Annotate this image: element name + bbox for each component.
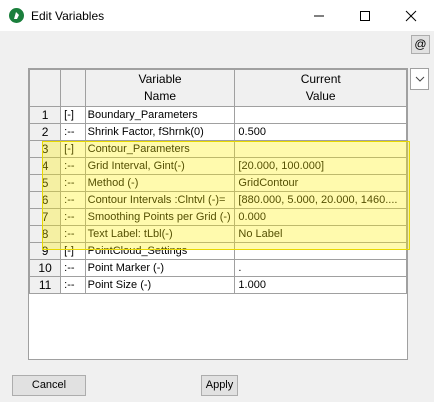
row-toggle[interactable]: :-- [60, 123, 86, 141]
table-row[interactable]: 10:-- Point Marker (-). [29, 259, 407, 277]
row-variable-name[interactable]: Contour Intervals :Clntvl (-)= [84, 191, 236, 209]
row-current-value[interactable] [234, 242, 407, 260]
row-variable-name[interactable]: Shrink Factor, fShrnk(0) [84, 123, 236, 141]
row-current-value[interactable]: [880.000, 5.000, 20.000, 1460.... [234, 191, 407, 209]
table-row[interactable]: 4:-- Grid Interval, Gint(-) [20.000, 100.0… [29, 157, 407, 175]
row-variable-name[interactable]: Boundary_Parameters [84, 106, 236, 124]
at-button[interactable]: @ [411, 35, 430, 54]
table-row[interactable]: 5:-- Method (-) GridContour [29, 174, 407, 192]
table-row[interactable]: 11:-- Point Size (-) 1.000 [29, 276, 407, 294]
row-current-value[interactable] [234, 140, 407, 158]
row-number: 4 [29, 157, 62, 175]
row-toggle[interactable]: [-] [60, 140, 86, 158]
header-blank-toggle [60, 69, 86, 107]
table-row[interactable]: 1 [-] Boundary_Parameters [29, 106, 407, 124]
row-variable-name[interactable]: Grid Interval, Gint(-) [84, 157, 236, 175]
row-variable-name[interactable]: Text Label: tLbl(-) [84, 225, 236, 243]
row-toggle[interactable]: [-] [60, 106, 86, 124]
row-variable-name[interactable]: Point Marker (-) [84, 259, 236, 277]
row-variable-name[interactable]: Smoothing Points per Grid (-) [84, 208, 236, 226]
variables-grid[interactable]: Variable Name Current Value 1 [-] Boundary… [28, 68, 408, 360]
close-icon [405, 10, 417, 22]
row-current-value[interactable]: 1.000 [234, 276, 407, 294]
row-current-value[interactable]: . [234, 259, 407, 277]
window-title: Edit Variables [31, 9, 105, 23]
row-variable-name[interactable]: Contour_Parameters [84, 140, 236, 158]
table-row[interactable]: 7:-- Smoothing Points per Grid (-) 0.000 [29, 208, 407, 226]
row-current-value[interactable] [234, 106, 407, 124]
row-toggle[interactable]: :-- [60, 191, 86, 209]
header-current-value: Current Value [234, 69, 407, 107]
row-number: 1 [29, 106, 62, 124]
row-toggle[interactable]: :-- [60, 174, 86, 192]
row-number: 9 [29, 242, 62, 260]
row-variable-name[interactable]: PointCloud_Settings [84, 242, 236, 260]
row-toggle[interactable]: :-- [60, 276, 86, 294]
row-number: 10 [29, 259, 62, 277]
row-toggle[interactable]: :-- [60, 225, 86, 243]
apply-button[interactable]: Apply [201, 375, 238, 396]
row-current-value[interactable]: No Label [234, 225, 407, 243]
chevron-down-icon [415, 76, 425, 82]
row-number: 3 [29, 140, 62, 158]
row-number: 7 [29, 208, 62, 226]
cancel-button[interactable]: Cancel [12, 375, 86, 396]
row-current-value[interactable]: 0.500 [234, 123, 407, 141]
close-button[interactable] [388, 0, 434, 31]
table-row[interactable]: 9 [-] PointCloud_Settings [29, 242, 407, 260]
row-current-value[interactable]: [20.000, 100.000] [234, 157, 407, 175]
row-variable-name[interactable]: Point Size (-) [84, 276, 236, 294]
maximize-button[interactable] [342, 0, 388, 31]
row-toggle[interactable]: [-] [60, 242, 86, 260]
table-row[interactable]: 6:-- Contour Intervals :Clntvl (-)= [880.0… [29, 191, 407, 209]
header-variable-name: Variable Name [84, 69, 236, 107]
row-current-value[interactable]: GridContour [234, 174, 407, 192]
row-toggle[interactable]: :-- [60, 157, 86, 175]
row-toggle[interactable]: :-- [60, 208, 86, 226]
row-number: 2 [29, 123, 62, 141]
table-row[interactable]: 8:-- Text Label: tLbl(-) No Label [29, 225, 407, 243]
minimize-button[interactable] [296, 0, 342, 31]
row-number: 8 [29, 225, 62, 243]
row-number: 5 [29, 174, 62, 192]
app-logo-icon [9, 8, 24, 23]
title-bar: Edit Variables [0, 0, 434, 31]
grid-header-row: Variable Name Current Value [29, 69, 407, 107]
row-number: 6 [29, 191, 62, 209]
row-toggle[interactable]: :-- [60, 259, 86, 277]
row-number: 11 [29, 276, 62, 294]
row-variable-name[interactable]: Method (-) [84, 174, 236, 192]
grid-dropdown-button[interactable] [410, 68, 429, 90]
header-blank-num [29, 69, 62, 107]
table-row[interactable]: 3 [-] Contour_Parameters [29, 140, 407, 158]
table-row[interactable]: 2:-- Shrink Factor, fShrnk(0) 0.500 [29, 123, 407, 141]
row-current-value[interactable]: 0.000 [234, 208, 407, 226]
